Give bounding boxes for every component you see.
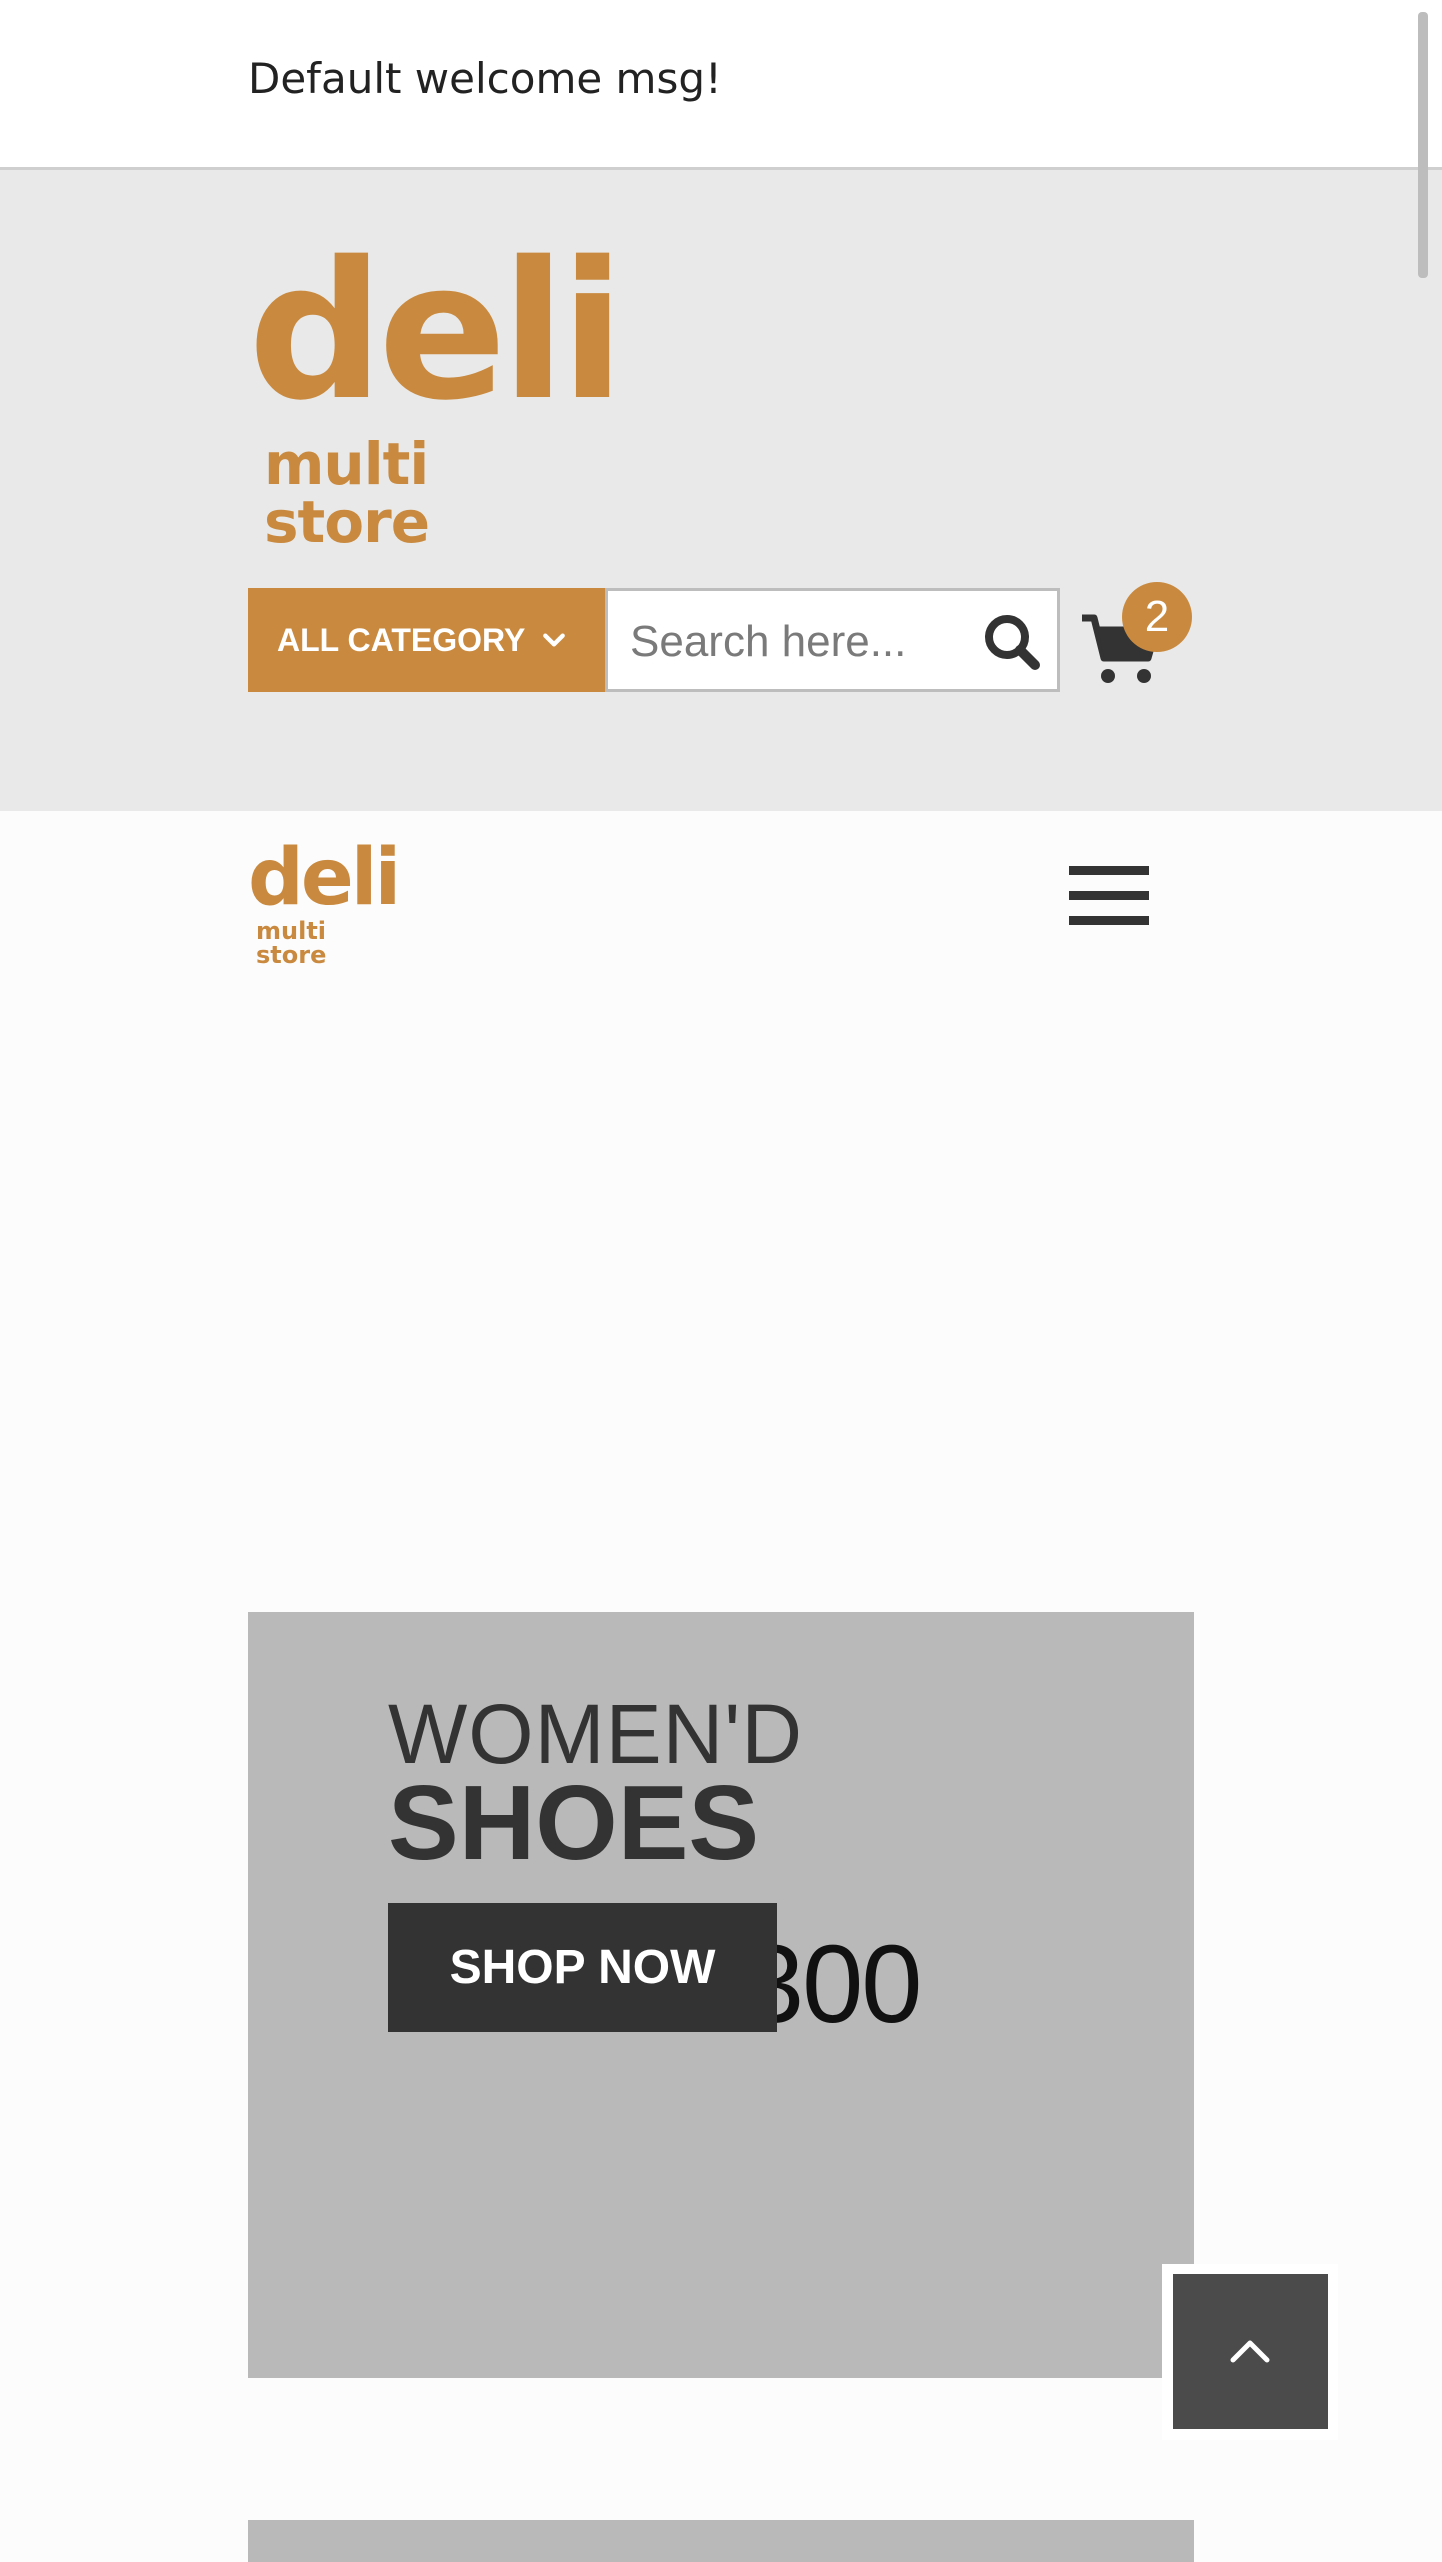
search-field-wrapper [605, 588, 1060, 692]
all-category-dropdown[interactable]: ALL CATEGORY [248, 588, 605, 692]
banner-title-line2: SHOES [388, 1764, 760, 1882]
nav-logo-tagline: multi store [256, 917, 327, 969]
shop-now-button[interactable]: SHOP NOW [388, 1903, 777, 2032]
chevron-down-icon [543, 633, 566, 647]
logo-tagline: multi store [264, 430, 430, 556]
store-logo[interactable]: deli multi store [248, 237, 625, 552]
sticky-nav [0, 811, 1442, 983]
logo-wordmark: deli [248, 221, 625, 442]
promo-banner[interactable]: 310X300 WOMEN'D SHOES SHOP NOW [248, 1612, 1194, 2378]
nav-logo[interactable]: deli multi store [248, 839, 401, 967]
nav-logo-wordmark: deli [248, 833, 401, 923]
category-label: ALL CATEGORY [277, 621, 526, 658]
promo-banner-next[interactable] [248, 2520, 1194, 2562]
cart-button[interactable]: 2 [1080, 582, 1195, 692]
cart-count-badge: 2 [1122, 582, 1192, 652]
scrollbar-thumb[interactable] [1418, 12, 1428, 278]
search-bar: ALL CATEGORY [248, 588, 1060, 692]
top-welcome-bar: Default welcome msg! [0, 0, 1442, 170]
header [0, 170, 1442, 811]
page: Default welcome msg! deli multi store AL… [0, 0, 1442, 2562]
search-icon[interactable] [981, 611, 1043, 673]
hamburger-menu-icon[interactable] [1069, 866, 1149, 926]
search-input[interactable] [628, 609, 972, 675]
welcome-message: Default welcome msg! [248, 54, 722, 103]
chevron-up-icon [1230, 2340, 1270, 2363]
back-to-top-button[interactable] [1173, 2274, 1328, 2429]
